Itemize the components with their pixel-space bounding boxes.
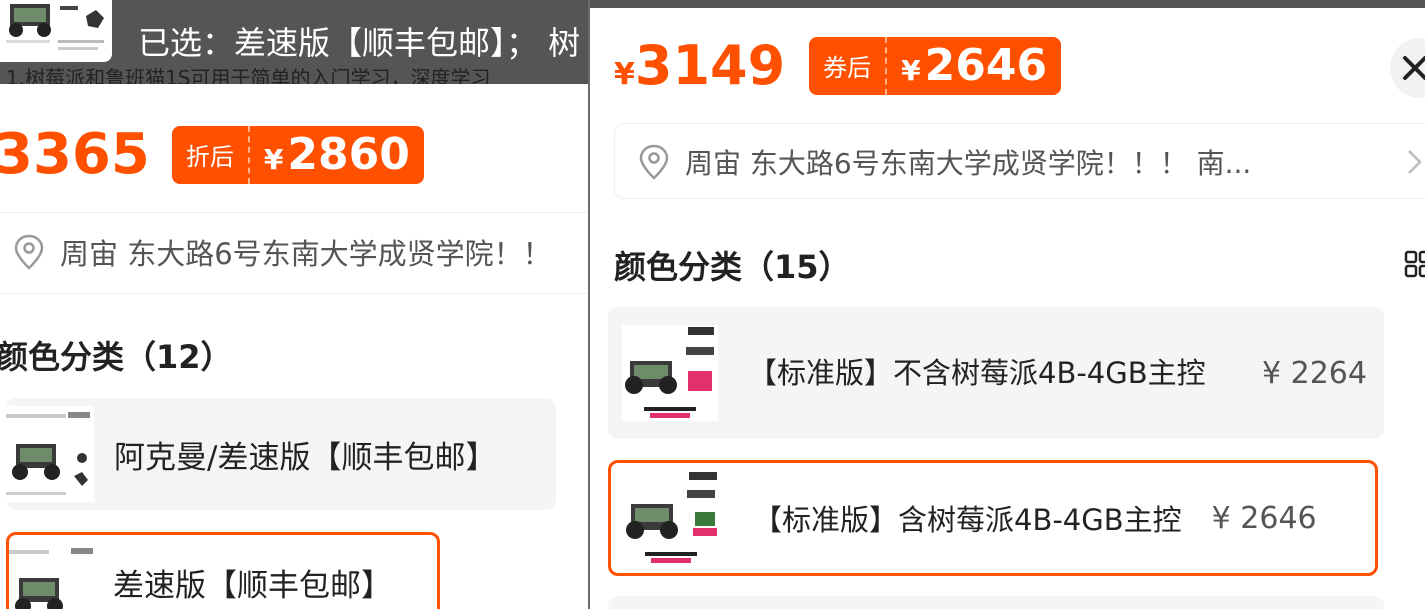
option-label: 【标准版】不含树莓派4B-4GB主控 [748,356,1206,390]
option-price: ¥ 2646 [1211,500,1317,536]
discount-badge: 折后 ¥ 2860 [171,125,424,184]
original-price-value: 3149 [634,34,786,97]
address-text: 周宙 东大路6号东南大学成贤学院！！！ 南... [685,147,1252,180]
chevron-right-icon [1408,150,1422,174]
right-sku-panel: ¥ 3149 券后 ¥ 2646 周宙 东大路6号东南大学成贤学院！！！ 南..… [590,0,1425,609]
price-row: ¥ 3149 券后 ¥ 2646 [614,34,1062,97]
option-label: 阿克曼/差速版【顺丰包邮】 [114,439,497,476]
option-price: ¥ 2264 [1262,355,1367,391]
original-price: ¥ 3149 [614,34,785,97]
discount-price: ¥ 2860 [250,129,424,180]
option-thumbnail [6,406,94,502]
coupon-tag: 券后 [809,36,888,95]
currency-symbol: ¥ [901,54,921,87]
location-pin-icon [14,234,44,270]
coupon-badge: 券后 ¥ 2646 [809,36,1062,95]
coupon-price-value: 2646 [924,40,1048,91]
top-edge [590,0,1425,8]
location-pin-icon [639,144,669,180]
coupon-price: ¥ 2646 [887,40,1061,91]
section-title: 颜色分类（15） [614,248,851,286]
grid-view-icon[interactable] [1404,250,1425,278]
product-thumbnail [0,0,112,62]
option-label: 【标准版】含树莓派4B-4GB主控 [753,503,1182,537]
sku-option-selected[interactable]: 差速版【顺丰包邮】 [6,532,440,609]
option-thumbnail [9,542,97,609]
selected-variant-text: 已选：差速版【顺丰包邮】； 树 [138,24,581,62]
left-sku-panel: 已选：差速版【顺丰包邮】； 树 1.树莓派和鲁班猫1S可用于简单的入门学习，深度… [0,0,588,609]
address-text: 周宙 东大路6号东南大学成贤学院！！ [60,237,552,271]
section-title: 颜色分类（12） [0,338,233,376]
close-icon [1403,56,1425,80]
discount-price-value: 2860 [287,129,410,180]
option-thumbnail [623,468,723,568]
close-button[interactable] [1390,38,1425,98]
original-price: 3365 [0,122,150,187]
option-label: 差速版【顺丰包邮】 [113,567,392,604]
address-row[interactable]: 周宙 东大路6号东南大学成贤学院！！ [0,212,588,294]
discount-tag: 折后 [172,125,250,184]
sku-option[interactable]: 【标准版】不含树莓派4B-4GB主控 ¥ 2264 [608,307,1384,439]
sku-option[interactable]: 阿克曼/差速版【顺丰包邮】 [6,398,556,510]
currency-symbol: ¥ [263,143,284,176]
sku-option-partial[interactable] [608,596,1384,609]
address-row[interactable]: 周宙 东大路6号东南大学成贤学院！！！ 南... [614,123,1425,199]
product-description: 1.树莓派和鲁班猫1S可用于简单的入门学习，深度学习 [6,66,491,84]
price-row: 3365 折后 ¥ 2860 [0,122,424,187]
sku-option-selected[interactable]: 【标准版】含树莓派4B-4GB主控 ¥ 2646 [608,460,1378,576]
option-thumbnail [622,325,718,421]
selection-header: 已选：差速版【顺丰包邮】； 树 1.树莓派和鲁班猫1S可用于简单的入门学习，深度… [0,0,588,84]
currency-symbol: ¥ [614,57,635,92]
